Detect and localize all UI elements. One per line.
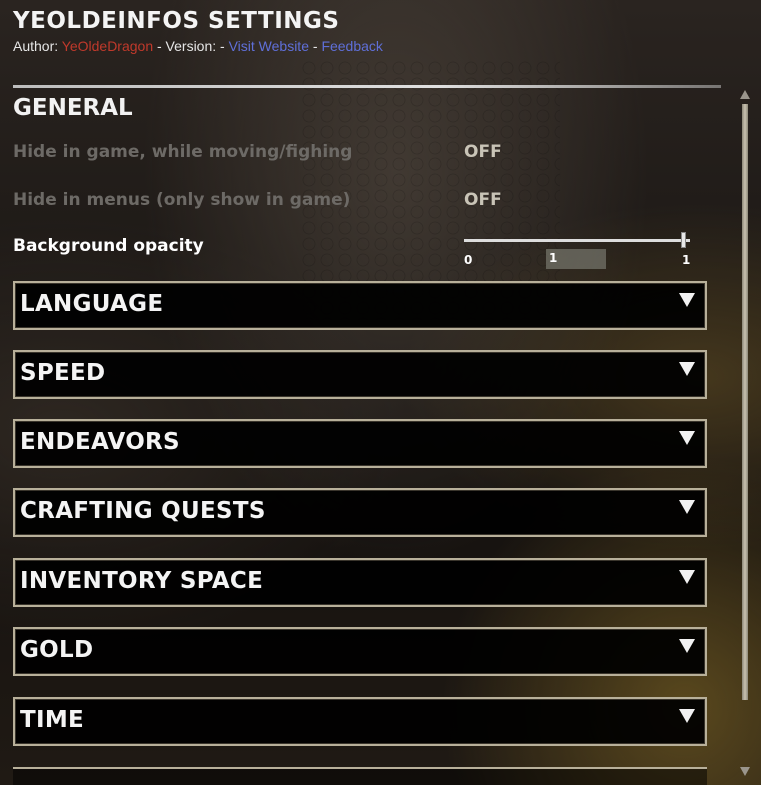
triangle-down-icon [679,570,695,584]
version-label: - Version: - [153,38,229,54]
page-title: YEOLDEINFOS SETTINGS [13,8,340,34]
setting-row-hide-moving: Hide in game, while moving/fighing OFF [13,142,713,168]
setting-row-hide-menus: Hide in menus (only show in game) OFF [13,190,713,216]
triangle-down-icon [679,709,695,723]
author-label: Author: [13,38,62,54]
slider-min-label: 0 [464,253,473,267]
triangle-down-icon [679,639,695,653]
section-dropdown-time[interactable]: TIME [13,697,707,746]
triangle-down-icon [679,293,695,307]
scrollbar-thumb[interactable] [742,104,748,700]
section-label-time: TIME [20,707,85,733]
opacity-slider[interactable]: 0 1 1 [13,232,713,279]
scrollbar[interactable] [738,88,752,778]
toggle-hide-menus[interactable]: OFF [464,190,502,210]
header-divider [13,85,721,88]
visit-website-link[interactable]: Visit Website [229,38,309,54]
slider-value-box[interactable]: 1 [546,249,606,269]
triangle-down-icon [679,500,695,514]
arrow-down-icon[interactable] [740,767,750,776]
slider-value: 1 [549,251,558,265]
section-dropdown-partial[interactable] [13,767,707,785]
section-label-language: LANGUAGE [20,291,164,317]
slider-thumb[interactable] [681,232,686,248]
section-label-endeavors: ENDEAVORS [20,429,180,455]
feedback-link[interactable]: Feedback [321,38,382,54]
meta-separator: - [308,38,322,54]
section-dropdown-crafting-quests[interactable]: CRAFTING QUESTS [13,488,707,537]
section-dropdown-endeavors[interactable]: ENDEAVORS [13,419,707,468]
section-label-inventory-space: INVENTORY SPACE [20,568,264,594]
addon-meta: Author: YeOldeDragon - Version: - Visit … [13,38,383,54]
section-label-speed: SPEED [20,360,106,386]
triangle-down-icon [679,362,695,376]
section-dropdown-speed[interactable]: SPEED [13,350,707,399]
arrow-up-icon[interactable] [740,90,750,99]
author-name: YeOldeDragon [61,38,154,54]
setting-label-hide-moving: Hide in game, while moving/fighing [13,142,353,162]
section-title-general: GENERAL [13,95,133,121]
section-dropdown-inventory-space[interactable]: INVENTORY SPACE [13,558,707,607]
setting-label-hide-menus: Hide in menus (only show in game) [13,190,351,210]
section-label-crafting-quests: CRAFTING QUESTS [20,498,266,524]
slider-track[interactable] [464,239,690,242]
toggle-hide-moving[interactable]: OFF [464,142,502,162]
triangle-down-icon [679,431,695,445]
section-dropdown-language[interactable]: LANGUAGE [13,281,707,330]
settings-header: YEOLDEINFOS SETTINGS Author: YeOldeDrago… [13,8,383,54]
section-dropdown-gold[interactable]: GOLD [13,627,707,676]
slider-max-label: 1 [682,253,691,267]
section-label-gold: GOLD [20,637,94,663]
